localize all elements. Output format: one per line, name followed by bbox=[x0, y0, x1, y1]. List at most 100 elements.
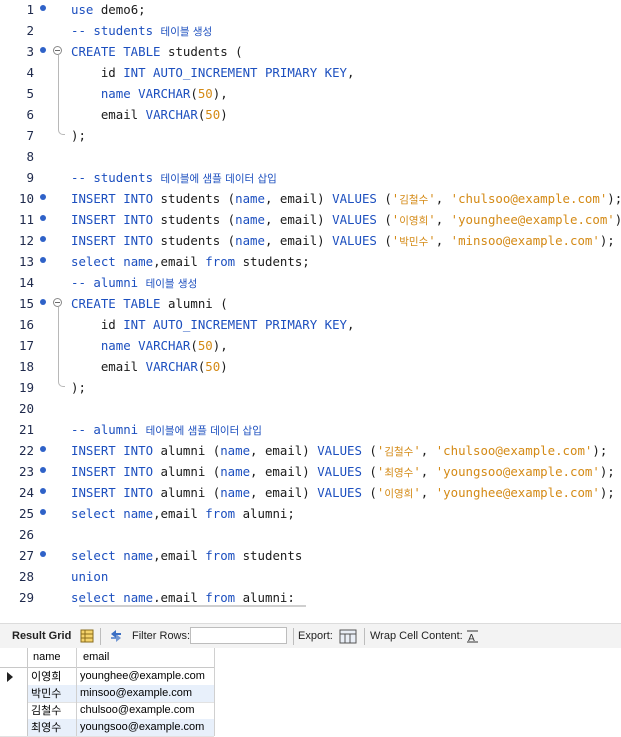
code-line[interactable]: 28 union bbox=[0, 566, 621, 587]
code-line[interactable]: 27 select name,email from students bbox=[0, 545, 621, 566]
row-selector[interactable] bbox=[0, 668, 28, 685]
current-row-arrow-icon bbox=[7, 672, 13, 682]
code-text: ); bbox=[71, 377, 86, 398]
line-number: 7 bbox=[26, 128, 34, 143]
cell-email[interactable]: younghee@example.com bbox=[80, 668, 205, 685]
code-token: VALUES bbox=[317, 485, 362, 500]
code-line[interactable]: 26 bbox=[0, 524, 621, 545]
code-token: 'youngsoo@example.com' bbox=[435, 464, 600, 479]
cell-email[interactable]: youngsoo@example.com bbox=[80, 719, 204, 736]
code-line[interactable]: 6 email VARCHAR(50) bbox=[0, 104, 621, 125]
code-token: ( bbox=[361, 485, 377, 500]
code-token: name bbox=[220, 464, 251, 479]
result-grid[interactable]: name email 이영희 younghee@example.com 박민수 min… bbox=[0, 648, 621, 737]
code-line[interactable]: 3 CREATE TABLE students ( bbox=[0, 41, 621, 62]
code-line[interactable]: 5 name VARCHAR(50), bbox=[0, 83, 621, 104]
statement-marker-icon[interactable] bbox=[40, 551, 46, 557]
fold-toggle-icon[interactable] bbox=[53, 46, 62, 55]
table-row[interactable]: 최영수 youngsoo@example.com bbox=[0, 719, 214, 737]
code-line[interactable]: 17 name VARCHAR(50), bbox=[0, 335, 621, 356]
code-token: , bbox=[347, 317, 355, 332]
statement-marker-icon[interactable] bbox=[40, 194, 46, 200]
cell-email[interactable]: chulsoo@example.com bbox=[80, 702, 195, 719]
table-row[interactable]: 김철수 chulsoo@example.com bbox=[0, 702, 214, 720]
code-line[interactable]: 8 bbox=[0, 146, 621, 167]
code-line[interactable]: 13 select name,email from students; bbox=[0, 251, 621, 272]
code-line[interactable]: 16 id INT AUTO_INCREMENT PRIMARY KEY, bbox=[0, 314, 621, 335]
code-line[interactable]: 21 -- alumni 테이블에 샘플 데이터 삽입 bbox=[0, 419, 621, 440]
export-label: Export: bbox=[298, 630, 333, 642]
export-icon[interactable] bbox=[339, 629, 357, 647]
code-token: 'chulsoo@example.com' bbox=[450, 191, 608, 206]
statement-marker-icon[interactable] bbox=[40, 446, 46, 452]
filter-rows-input[interactable] bbox=[190, 627, 287, 644]
refresh-icon[interactable] bbox=[108, 629, 124, 646]
statement-marker-icon[interactable] bbox=[40, 299, 46, 305]
table-row[interactable]: 박민수 minsoo@example.com bbox=[0, 685, 214, 703]
code-token: select bbox=[71, 590, 116, 602]
statement-marker-icon[interactable] bbox=[40, 467, 46, 473]
code-line[interactable]: 14 -- alumni 테이블 생성 bbox=[0, 272, 621, 293]
code-token: , bbox=[420, 443, 436, 458]
row-selector[interactable] bbox=[0, 702, 28, 719]
column-header-name[interactable]: name bbox=[33, 649, 61, 666]
code-line[interactable]: 18 email VARCHAR(50) bbox=[0, 356, 621, 377]
statement-marker-icon[interactable] bbox=[40, 488, 46, 494]
cell-name[interactable]: 이영희 bbox=[31, 668, 61, 685]
code-token: 테이블에 샘플 데이터 삽입 bbox=[145, 425, 262, 437]
code-line[interactable]: 1 use demo6; bbox=[0, 0, 621, 20]
code-line[interactable]: 10 INSERT INTO students (name, email) VAL… bbox=[0, 188, 621, 209]
statement-marker-icon[interactable] bbox=[40, 47, 46, 53]
code-token: alumni ( bbox=[160, 296, 228, 311]
code-token: union bbox=[71, 569, 109, 584]
code-token: id bbox=[71, 65, 124, 80]
statement-marker-icon[interactable] bbox=[40, 509, 46, 515]
code-line[interactable]: 11 INSERT INTO students (name, email) VAL… bbox=[0, 209, 621, 230]
code-line[interactable]: 9 -- students 테이블에 샘플 데이터 삽입 bbox=[0, 167, 621, 188]
line-number: 14 bbox=[18, 275, 34, 290]
grid-view-icon[interactable] bbox=[80, 629, 94, 646]
cell-name[interactable]: 박민수 bbox=[31, 685, 61, 702]
code-token: name bbox=[123, 548, 154, 563]
column-header-email[interactable]: email bbox=[83, 649, 109, 666]
statement-marker-icon[interactable] bbox=[40, 215, 46, 221]
line-number: 27 bbox=[18, 548, 34, 563]
statement-marker-icon[interactable] bbox=[40, 5, 46, 11]
code-token: email bbox=[71, 107, 146, 122]
code-line[interactable]: 22 INSERT INTO alumni (name, email) VALUE… bbox=[0, 440, 621, 461]
code-token: ) bbox=[220, 107, 228, 122]
code-token: , bbox=[420, 485, 436, 500]
code-line[interactable]: 20 bbox=[0, 398, 621, 419]
code-line[interactable]: 15 CREATE TABLE alumni ( bbox=[0, 293, 621, 314]
code-line[interactable]: 25 select name,email from alumni; bbox=[0, 503, 621, 524]
statement-marker-icon[interactable] bbox=[40, 236, 46, 242]
row-selector[interactable] bbox=[0, 719, 28, 736]
code-line[interactable]: 24 INSERT INTO alumni (name, email) VALUE… bbox=[0, 482, 621, 503]
code-token: email bbox=[71, 359, 146, 374]
wrap-icon[interactable]: A bbox=[466, 629, 479, 646]
cell-name[interactable]: 김철수 bbox=[31, 702, 61, 719]
statement-marker-icon[interactable] bbox=[40, 257, 46, 263]
line-number: 19 bbox=[18, 380, 34, 395]
sql-editor[interactable]: 1 use demo6; 2 -- students 테이블 생성 3 CREATE TA… bbox=[0, 0, 621, 602]
row-selector[interactable] bbox=[0, 685, 28, 702]
code-line[interactable]: 19); bbox=[0, 377, 621, 398]
code-line[interactable]: 23 INSERT INTO alumni (name, email) VALUE… bbox=[0, 461, 621, 482]
cell-email[interactable]: minsoo@example.com bbox=[80, 685, 192, 702]
code-line[interactable]: 29 select name,email from alumni; bbox=[0, 587, 621, 602]
code-token: INSERT INTO bbox=[71, 233, 154, 248]
fold-toggle-icon[interactable] bbox=[53, 298, 62, 307]
cell-name[interactable]: 최영수 bbox=[31, 719, 61, 736]
code-token: alumni; bbox=[235, 506, 295, 521]
code-text: union bbox=[71, 566, 108, 587]
code-line[interactable]: 4 id INT AUTO_INCREMENT PRIMARY KEY, bbox=[0, 62, 621, 83]
table-row[interactable]: 이영희 younghee@example.com bbox=[0, 668, 214, 686]
horizontal-scrollbar[interactable] bbox=[79, 605, 306, 607]
code-line[interactable]: 7); bbox=[0, 125, 621, 146]
code-line[interactable]: 12 INSERT INTO students (name, email) VAL… bbox=[0, 230, 621, 251]
result-grid-tab[interactable]: Result Grid bbox=[12, 624, 71, 649]
code-line[interactable]: 2 -- students 테이블 생성 bbox=[0, 20, 621, 41]
code-token: 'younghee@example.com' bbox=[450, 212, 615, 227]
line-number: 9 bbox=[26, 170, 34, 185]
line-number: 1 bbox=[26, 2, 34, 17]
